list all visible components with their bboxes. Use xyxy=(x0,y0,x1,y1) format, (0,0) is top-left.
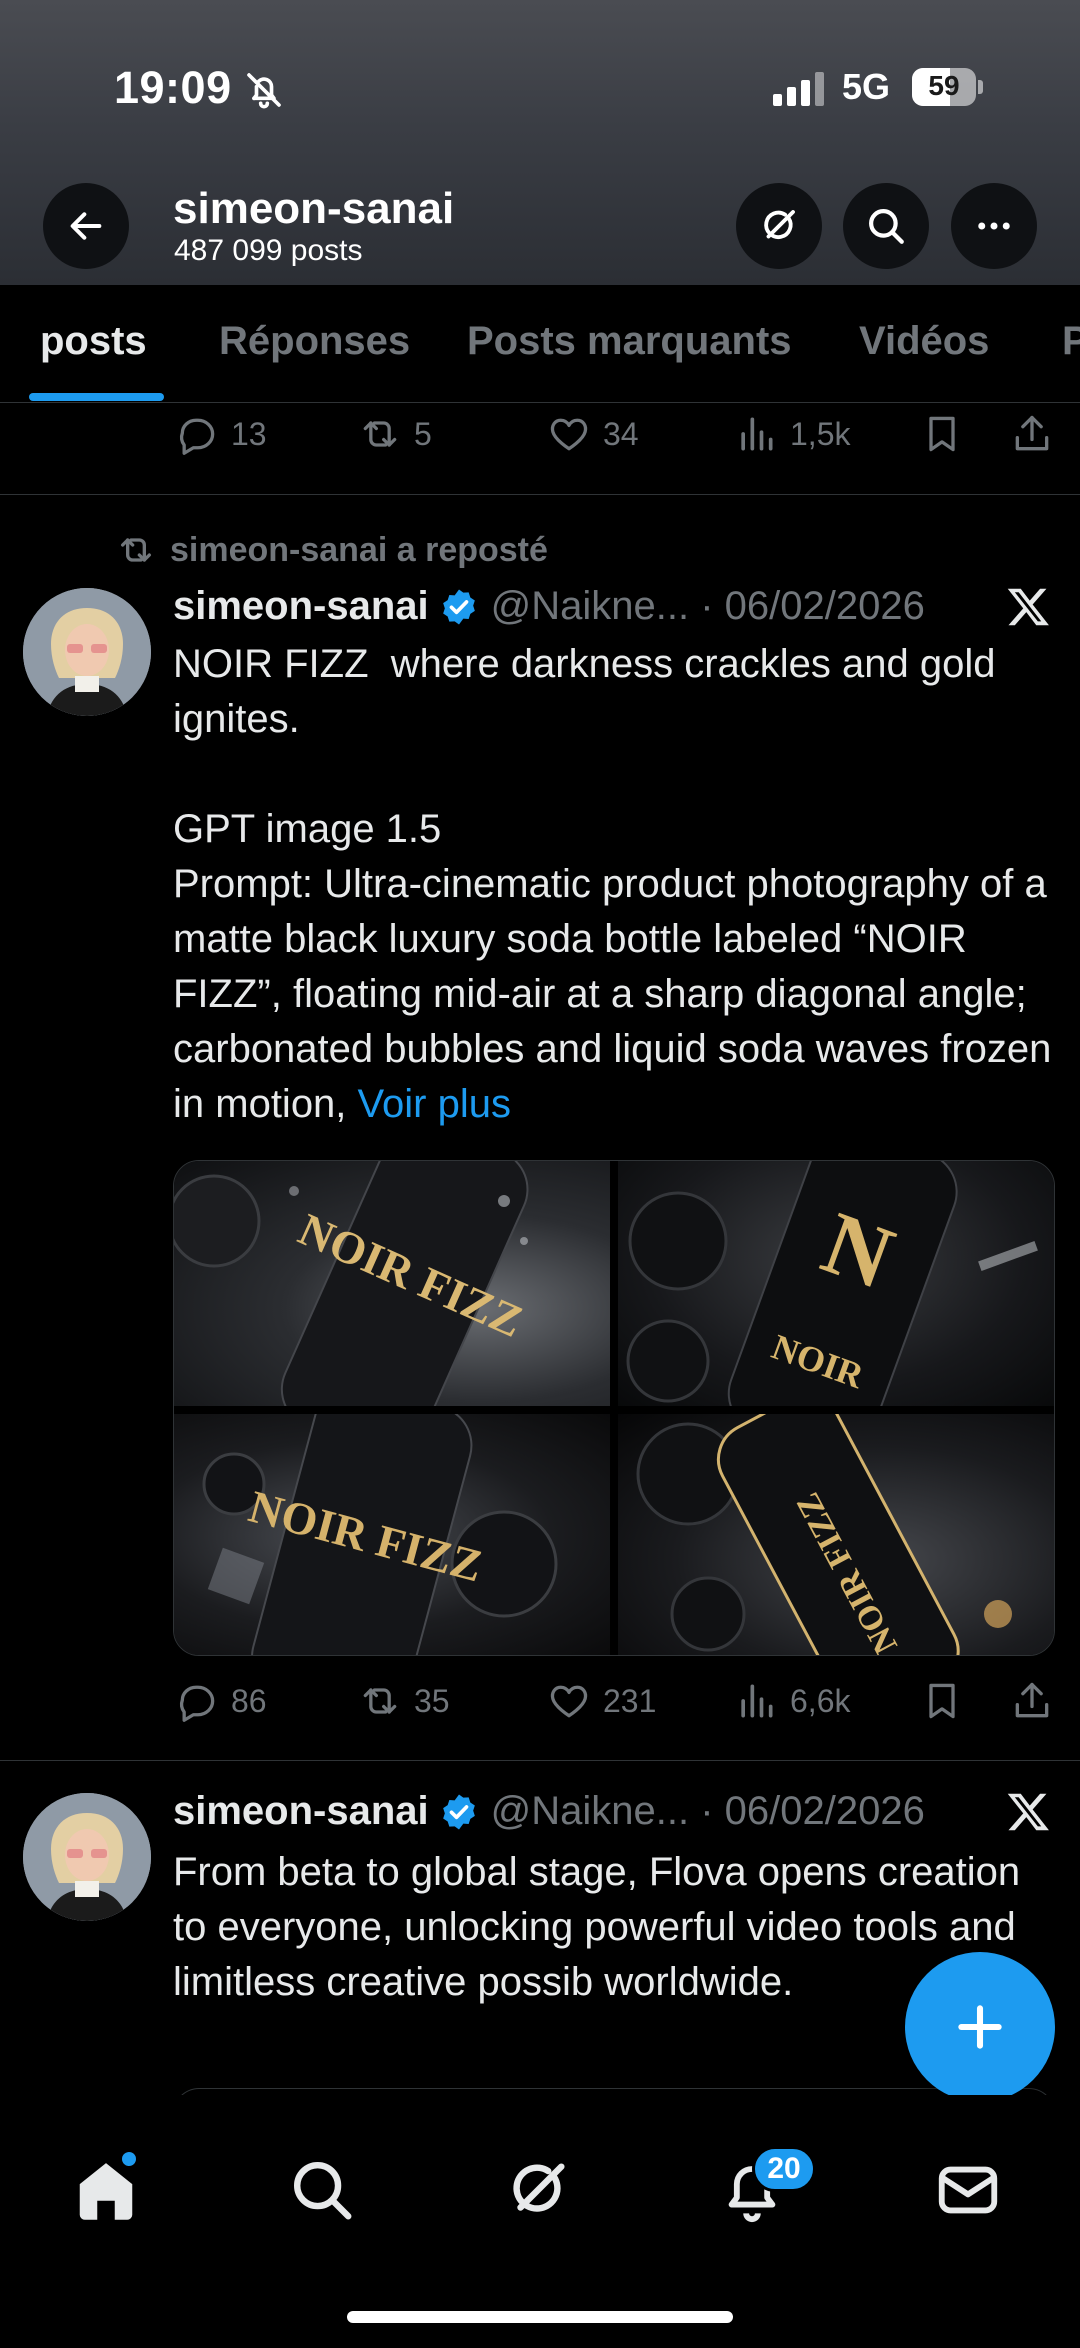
back-button[interactable] xyxy=(43,183,129,269)
repost-label-text: simeon-sanai a reposté xyxy=(170,530,548,569)
media-image-3[interactable]: NOIR FIZZ xyxy=(174,1414,610,1655)
network-type: 5G xyxy=(842,66,891,107)
grok-icon xyxy=(764,210,795,240)
signal-icon xyxy=(773,72,824,106)
like-button[interactable]: 34 xyxy=(547,412,639,456)
share-button[interactable] xyxy=(1010,412,1066,456)
post-body: NOIR FIZZ where darkness crackles and go… xyxy=(173,642,1052,1126)
notification-badge: 20 xyxy=(752,2146,816,2192)
grok-icon[interactable] xyxy=(503,2155,573,2225)
battery-level: 59 xyxy=(928,70,960,101)
views-button[interactable]: 6,6k xyxy=(734,1679,850,1723)
repost-icon xyxy=(121,538,151,562)
view-count: 6,6k xyxy=(790,1682,851,1719)
repost-label: simeon-sanai a reposté xyxy=(116,530,548,570)
post-separator xyxy=(0,494,1080,495)
reply-count: 13 xyxy=(231,415,267,452)
avatar-image xyxy=(23,588,151,716)
like-button[interactable]: 231 xyxy=(547,1679,656,1723)
arrow-left-icon xyxy=(70,212,102,240)
bottle-image: NOIR FIZZ xyxy=(636,1414,1012,1655)
bookmark-button[interactable] xyxy=(920,1679,976,1723)
status-bar: 19:09 5G 59 xyxy=(0,0,1080,170)
more-button[interactable] xyxy=(951,183,1037,269)
author-name[interactable]: simeon-sanai xyxy=(173,1789,429,1834)
avatar-image xyxy=(23,1793,151,1921)
grok-button[interactable] xyxy=(736,183,822,269)
like-count: 34 xyxy=(603,415,639,452)
tab-highlights[interactable]: Posts marquants xyxy=(467,319,792,364)
bookmark-button[interactable] xyxy=(920,412,976,456)
post-count: 487 099 posts xyxy=(174,234,363,267)
post-author-row: simeon-sanai @Naikne... · 06/02/2026 xyxy=(173,1789,925,1834)
search-icon[interactable] xyxy=(287,2155,357,2225)
tab-posts[interactable]: posts xyxy=(40,319,147,364)
verified-badge-icon xyxy=(442,1794,475,1829)
repost-count: 5 xyxy=(414,415,432,452)
search-icon xyxy=(869,209,904,244)
battery-icon: 59 xyxy=(912,68,984,106)
media-image-2[interactable]: N NOIR xyxy=(618,1161,1054,1406)
reply-button[interactable]: 86 xyxy=(175,1679,267,1723)
share-icon xyxy=(1015,1682,1049,1718)
post-text: NOIR FIZZ where darkness crackles and go… xyxy=(173,637,1063,1132)
status-time: 19:09 xyxy=(114,62,232,113)
heart-icon xyxy=(550,1685,588,1718)
see-more-link[interactable]: Voir plus xyxy=(358,1082,511,1126)
compose-button[interactable] xyxy=(905,1952,1055,2102)
profile-name: simeon-sanai xyxy=(173,184,455,233)
bottle-image: NOIR FIZZ xyxy=(202,1414,558,1655)
repost-button[interactable]: 35 xyxy=(358,1679,450,1723)
tab-indicator xyxy=(29,393,164,401)
views-icon xyxy=(741,1684,773,1718)
media-grid: NOIR FIZZ N NOIR NOIR FIZZ NOIR FIZZ xyxy=(173,1160,1055,1656)
reply-icon xyxy=(179,1685,215,1722)
profile-tabs: posts Réponses Posts marquants Vidéos P xyxy=(0,285,1080,403)
heart-icon xyxy=(550,418,588,451)
repost-icon xyxy=(363,1688,397,1714)
repost-count: 35 xyxy=(414,1682,450,1719)
x-logo-icon[interactable] xyxy=(1006,1789,1052,1835)
tab-more[interactable]: P xyxy=(1062,319,1080,364)
messages-icon[interactable] xyxy=(933,2155,1003,2225)
more-icon xyxy=(978,222,1010,230)
author-handle[interactable]: @Naikne... · 06/02/2026 xyxy=(491,1789,925,1834)
bottle-image: NOIR FIZZ xyxy=(174,1161,531,1406)
tab-replies[interactable]: Réponses xyxy=(219,319,410,364)
bookmark-icon xyxy=(929,416,955,452)
plus-icon xyxy=(958,2005,1002,2049)
reply-button[interactable]: 13 xyxy=(175,412,267,456)
repost-icon xyxy=(363,421,397,447)
profile-header: 19:09 5G 59 simeon-sanai 487 099 posts xyxy=(0,0,1080,285)
reply-count: 86 xyxy=(231,1682,267,1719)
bottle-image: N NOIR xyxy=(626,1161,1038,1406)
home-indicator[interactable] xyxy=(347,2311,733,2323)
avatar[interactable] xyxy=(23,1793,151,1921)
repost-button[interactable]: 5 xyxy=(358,412,432,456)
x-logo-icon[interactable] xyxy=(1006,584,1052,630)
avatar[interactable] xyxy=(23,588,151,716)
verified-badge-icon xyxy=(442,589,475,624)
bell-off-icon xyxy=(247,73,281,109)
home-notification-dot xyxy=(122,2152,136,2166)
views-icon xyxy=(741,417,773,451)
bookmark-icon xyxy=(929,1683,955,1719)
share-button[interactable] xyxy=(1010,1679,1066,1723)
post-separator xyxy=(0,1760,1080,1761)
views-button[interactable]: 1,5k xyxy=(734,412,850,456)
reply-icon xyxy=(179,418,215,455)
post-author-row: simeon-sanai @Naikne... · 06/02/2026 xyxy=(173,584,925,629)
share-icon xyxy=(1015,415,1049,451)
media-image-1[interactable]: NOIR FIZZ xyxy=(174,1161,610,1406)
author-name[interactable]: simeon-sanai xyxy=(173,584,429,629)
search-button[interactable] xyxy=(843,183,929,269)
tab-videos[interactable]: Vidéos xyxy=(859,319,989,364)
author-handle[interactable]: @Naikne... · 06/02/2026 xyxy=(491,584,925,629)
media-image-4[interactable]: NOIR FIZZ xyxy=(618,1414,1054,1655)
view-count: 1,5k xyxy=(790,415,851,452)
like-count: 231 xyxy=(603,1682,657,1719)
